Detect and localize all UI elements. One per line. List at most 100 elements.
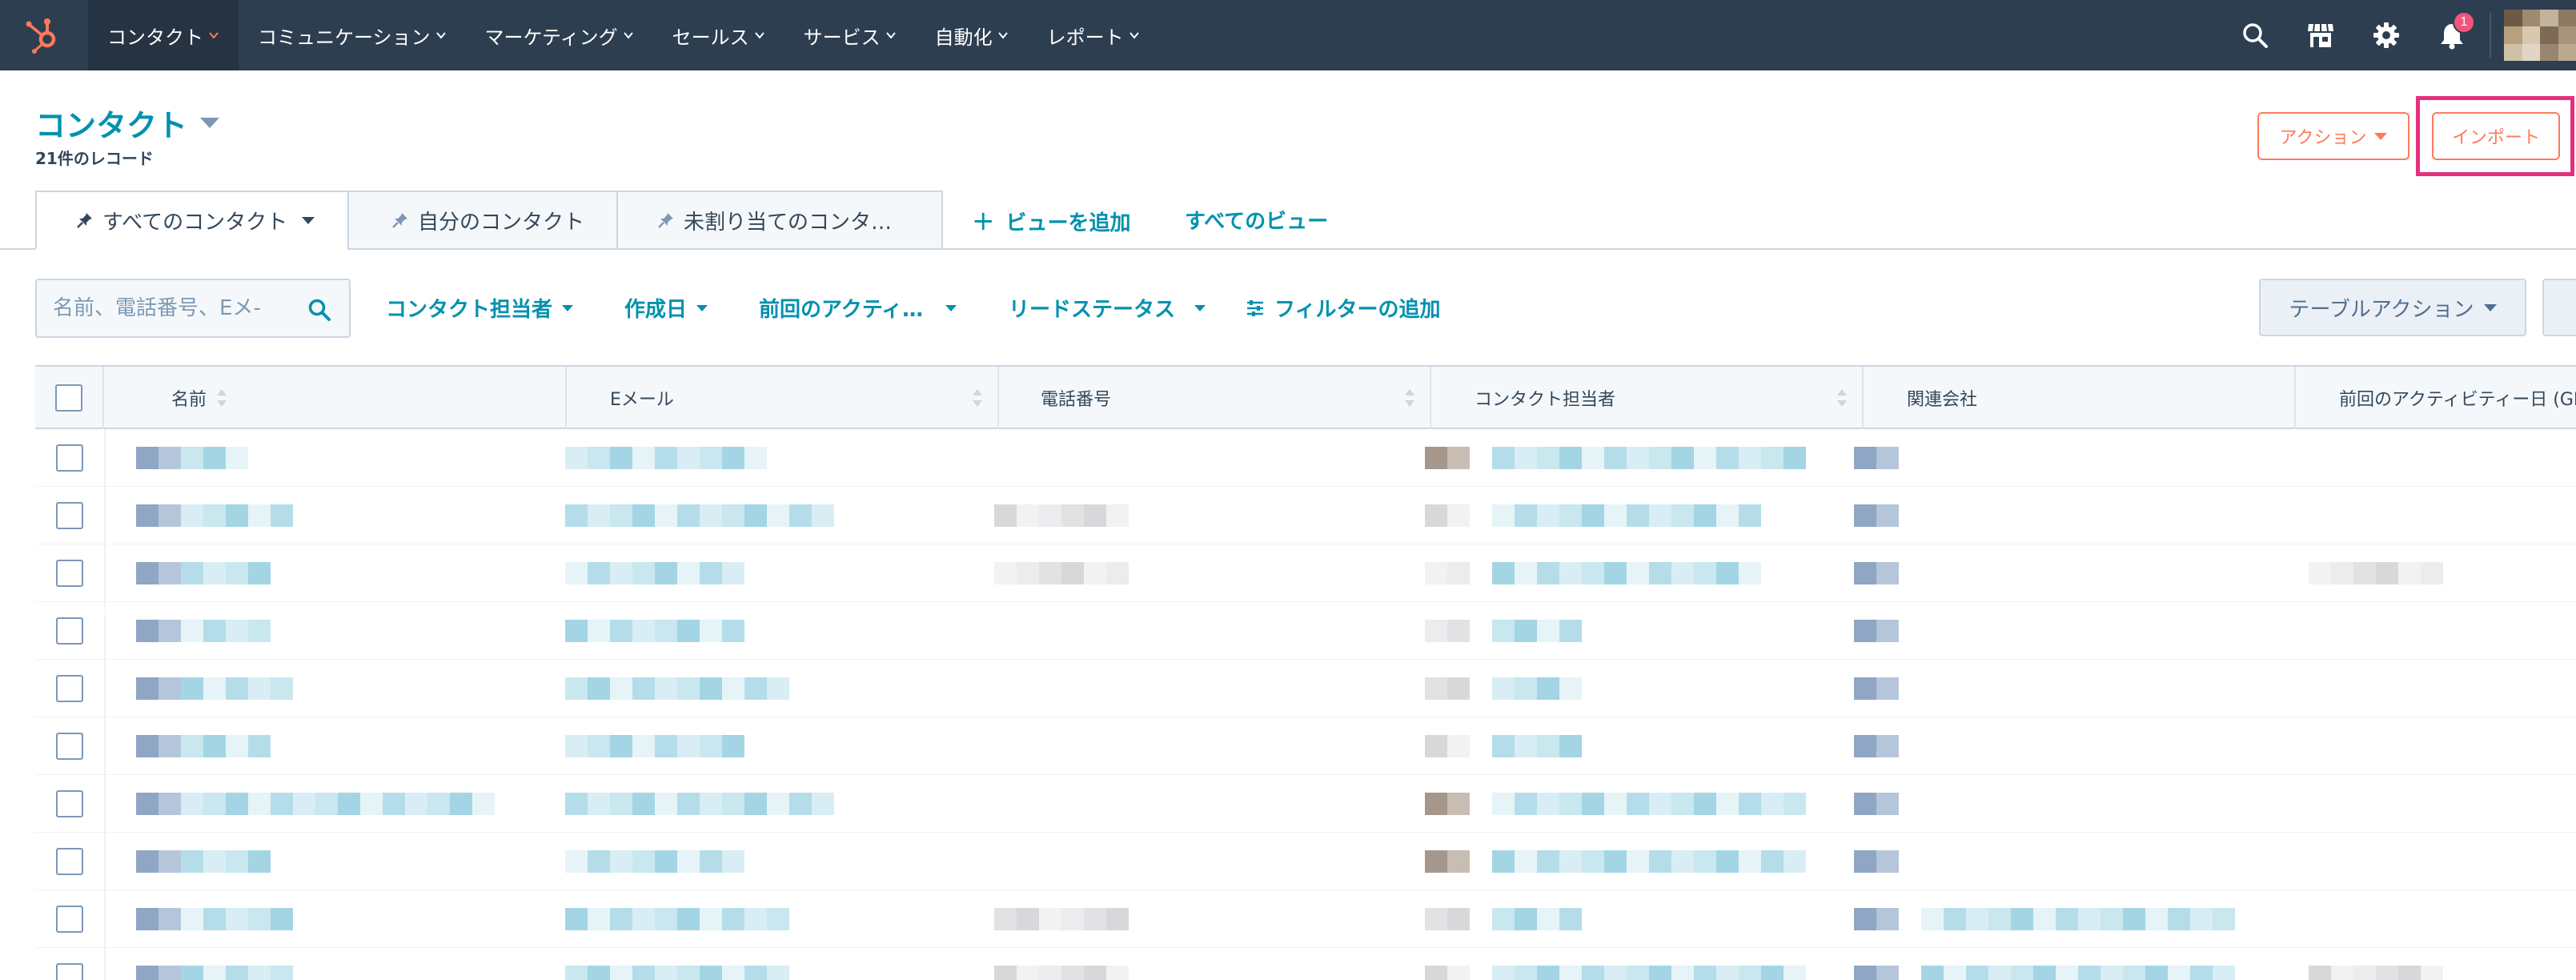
table-row[interactable]	[35, 660, 2576, 717]
redacted-content	[248, 504, 271, 527]
tab-all-contacts[interactable]: すべてのコンタクト	[35, 191, 349, 250]
table-row[interactable]	[35, 833, 2576, 890]
redacted-content	[136, 966, 158, 980]
create-date-filter[interactable]: 作成日	[624, 293, 708, 323]
add-filter-button[interactable]: フィルターの追加	[1246, 293, 1440, 323]
column-header-phone[interactable]: 電話番号	[999, 367, 1431, 429]
redacted-content	[1039, 908, 1061, 930]
redacted-content	[1559, 908, 1582, 930]
redacted-content	[1854, 447, 1876, 469]
redacted-content	[1559, 850, 1582, 873]
row-checkbox[interactable]	[56, 790, 83, 817]
table-row[interactable]	[35, 429, 2576, 487]
nav-menu-item[interactable]: サービス	[784, 0, 916, 70]
nav-menu-item[interactable]: コミュニケーション	[239, 0, 466, 70]
row-checkbox[interactable]	[56, 733, 83, 760]
redacted-content	[1106, 966, 1129, 980]
redacted-content	[1559, 677, 1582, 700]
redacted-content	[722, 562, 744, 584]
sort-icon[interactable]	[972, 388, 983, 408]
table-row[interactable]	[35, 775, 2576, 833]
row-checkbox[interactable]	[56, 444, 83, 472]
table-row[interactable]	[35, 948, 2576, 980]
redacted-content	[767, 908, 789, 930]
redacted-content	[1739, 793, 1761, 815]
redacted-content	[1537, 677, 1559, 700]
last-activity-filter[interactable]: 前回のアクティ…	[759, 293, 957, 323]
nav-menu-item[interactable]: コンタクト	[88, 0, 239, 70]
table-row[interactable]	[35, 487, 2576, 544]
import-button-label: インポート	[2451, 128, 2540, 148]
column-label: 名前	[171, 390, 207, 410]
hubspot-logo-icon[interactable]	[22, 14, 62, 54]
redacted-content	[2033, 908, 2056, 930]
import-button[interactable]: インポート	[2432, 112, 2560, 160]
avatar-pixel	[2540, 43, 2558, 61]
nav-menu-item[interactable]: マーケティング	[466, 0, 653, 70]
redacted-content	[588, 735, 610, 757]
row-checkbox[interactable]	[56, 675, 83, 702]
nav-menu-item[interactable]: レポート	[1028, 0, 1159, 70]
lead-status-filter[interactable]: リードステータス	[1009, 293, 1206, 323]
table-row[interactable]	[35, 544, 2576, 602]
avatar-pixel	[2558, 43, 2576, 61]
redacted-content	[2213, 966, 2235, 980]
user-avatar[interactable]	[2504, 10, 2576, 61]
column-header-name[interactable]: 名前	[104, 367, 567, 429]
redacted-content	[1492, 504, 1515, 527]
sort-icon[interactable]	[216, 388, 227, 408]
all-views-link[interactable]: すべてのビュー	[1185, 205, 1328, 235]
redacted-content	[677, 620, 700, 642]
redacted-content	[1671, 793, 1694, 815]
table-row[interactable]	[35, 890, 2576, 948]
redacted-content	[1988, 966, 2011, 980]
sort-icon[interactable]	[1836, 388, 1848, 408]
tab-unassigned-contacts[interactable]: 未割り当てのコンタ…	[616, 191, 943, 250]
redacted-content	[1039, 562, 1061, 584]
search-field[interactable]	[35, 279, 351, 338]
avatar-pixel	[2522, 26, 2540, 44]
redacted-content	[136, 793, 158, 815]
redacted-content	[565, 620, 588, 642]
actions-dropdown-button[interactable]: アクション	[2257, 112, 2409, 160]
add-view-button[interactable]: + ビューを追加	[972, 205, 1131, 237]
nav-menu-item[interactable]: セールス	[653, 0, 784, 70]
marketplace-icon[interactable]	[2288, 0, 2353, 70]
redacted-content	[588, 562, 610, 584]
select-all-checkbox[interactable]	[55, 384, 82, 412]
redacted-content	[2101, 966, 2123, 980]
sort-icon[interactable]	[1404, 388, 1415, 408]
redacted-content	[1716, 447, 1739, 469]
redacted-content	[1627, 793, 1649, 815]
redacted-content	[158, 504, 181, 527]
redacted-content	[565, 966, 588, 980]
table-row[interactable]	[35, 717, 2576, 775]
nav-menu-item[interactable]: 自動化	[916, 0, 1028, 70]
contact-owner-filter[interactable]: コンタクト担当者	[386, 293, 574, 323]
row-checkbox[interactable]	[56, 848, 83, 875]
column-header-contact-owner[interactable]: コンタクト担当者	[1431, 367, 1864, 429]
table-actions-button[interactable]: テーブルアクション	[2259, 279, 2526, 336]
column-header-last-activity[interactable]: 前回のアクティビティー日 (GMT+9	[2296, 367, 2576, 429]
search-input[interactable]	[53, 296, 293, 320]
search-icon[interactable]	[2222, 0, 2288, 70]
redacted-content	[181, 562, 203, 584]
search-icon[interactable]	[307, 298, 331, 322]
redacted-content	[1492, 620, 1515, 642]
column-header-company[interactable]: 関連会社	[1864, 367, 2296, 429]
page-title[interactable]: コンタクト	[35, 101, 220, 145]
tab-my-contacts[interactable]: 自分のコンタクト	[347, 191, 618, 250]
settings-gear-icon[interactable]	[2353, 0, 2419, 70]
actions-button-label: アクション	[2279, 128, 2367, 148]
row-checkbox[interactable]	[56, 502, 83, 529]
notification-count-badge: 1	[2453, 11, 2475, 34]
row-divider	[104, 544, 106, 602]
row-checkbox[interactable]	[56, 617, 83, 645]
notifications-bell-icon[interactable]: 1	[2419, 0, 2485, 70]
column-header-email[interactable]: Eメール	[567, 367, 999, 429]
redacted-content	[565, 908, 588, 930]
row-checkbox[interactable]	[56, 560, 83, 587]
edit-columns-button[interactable]	[2542, 279, 2576, 336]
row-checkbox[interactable]	[56, 963, 83, 980]
row-checkbox[interactable]	[56, 906, 83, 933]
